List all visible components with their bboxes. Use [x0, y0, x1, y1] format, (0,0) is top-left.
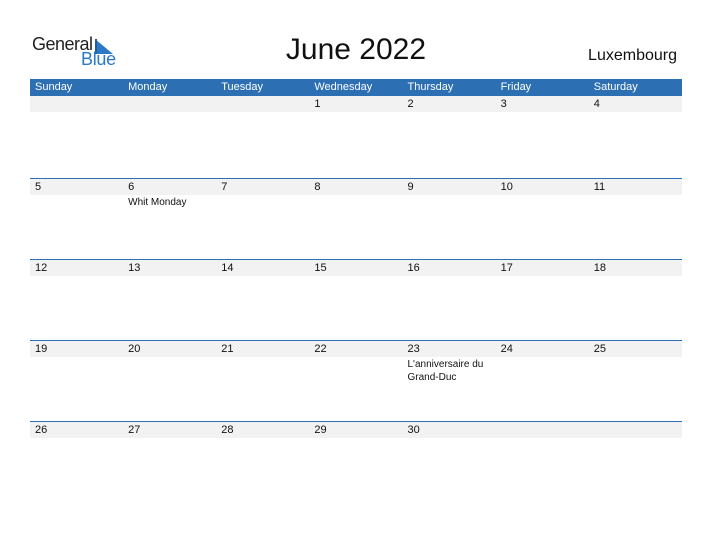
- holiday-label: [30, 357, 123, 384]
- day-number-band: 26 27 28 29 30: [30, 421, 682, 438]
- holiday-label: [589, 195, 682, 209]
- weekday-thursday: Thursday: [407, 81, 454, 93]
- day-number: 6: [128, 181, 135, 193]
- holiday-label: [216, 357, 309, 384]
- day-number-band: 19 20 21 22 23 24 25: [30, 340, 682, 357]
- day-number: 10: [500, 181, 513, 193]
- day-number: 22: [314, 343, 327, 355]
- holiday-label: [30, 195, 123, 209]
- holiday-label: [403, 195, 496, 209]
- week-row: 1 2 3 4: [30, 96, 682, 178]
- day-number: 30: [407, 424, 420, 436]
- day-number: 27: [128, 424, 141, 436]
- day-number: 3: [500, 98, 507, 110]
- day-number: [123, 96, 216, 112]
- weekday-saturday: Saturday: [593, 81, 638, 93]
- holiday-label: [589, 357, 682, 384]
- holiday-label: [123, 357, 216, 384]
- weekday-monday: Monday: [128, 81, 168, 93]
- holiday-label: [496, 357, 589, 384]
- day-number: 29: [314, 424, 327, 436]
- day-number: 7: [221, 181, 228, 193]
- holiday-label: [123, 276, 216, 277]
- day-number: 20: [128, 343, 141, 355]
- week-row: 26 27 28 29 30: [30, 421, 682, 502]
- holiday-label: [496, 112, 589, 113]
- holiday-label: [496, 438, 589, 439]
- holiday-label: [216, 195, 309, 209]
- holiday-label: [309, 438, 402, 439]
- day-number: [216, 96, 309, 112]
- holiday-label: [309, 276, 402, 277]
- day-number: [496, 422, 589, 438]
- holiday-label: [123, 438, 216, 439]
- week-row: 5 6 7 8 9 10 11 Whit Monday: [30, 178, 682, 259]
- day-number-band: 1 2 3 4: [30, 96, 682, 112]
- day-number: 9: [407, 181, 414, 193]
- day-number: 2: [407, 98, 414, 110]
- weekday-sunday: Sunday: [35, 81, 73, 93]
- events-row: L'anniversaire du Grand-Duc: [30, 357, 682, 384]
- holiday-label: [30, 438, 123, 439]
- holiday-label: [123, 112, 216, 113]
- day-number: [589, 422, 682, 438]
- day-number-band: 12 13 14 15 16 17 18: [30, 259, 682, 276]
- holiday-label: [496, 195, 589, 209]
- day-number: 5: [35, 181, 42, 193]
- holiday-label: [309, 357, 402, 384]
- day-number: 13: [128, 262, 141, 274]
- holiday-label: [216, 438, 309, 439]
- holiday-label: [403, 438, 496, 439]
- day-number: 26: [35, 424, 48, 436]
- day-number: 19: [35, 343, 48, 355]
- holiday-label: [30, 276, 123, 277]
- day-number: 25: [593, 343, 606, 355]
- day-number: 18: [593, 262, 606, 274]
- day-number: 23: [407, 343, 420, 355]
- day-number: 17: [500, 262, 513, 274]
- day-number: [30, 96, 123, 112]
- holiday-label: [309, 195, 402, 209]
- day-number-band: 5 6 7 8 9 10 11: [30, 178, 682, 195]
- day-number: 28: [221, 424, 234, 436]
- weekday-wednesday: Wednesday: [314, 81, 373, 93]
- weekday-tuesday: Tuesday: [221, 81, 264, 93]
- country-label: Luxembourg: [588, 47, 677, 64]
- events-row: [30, 276, 682, 277]
- holiday-label: [403, 112, 496, 113]
- calendar-grid: Sunday Monday Tuesday Wednesday Thursday…: [30, 79, 682, 502]
- day-number: 16: [407, 262, 420, 274]
- day-number: 12: [35, 262, 48, 274]
- holiday-label: [30, 112, 123, 113]
- day-number: 4: [593, 98, 600, 110]
- weekday-friday: Friday: [500, 81, 532, 93]
- events-row: [30, 112, 682, 113]
- holiday-label: [216, 276, 309, 277]
- day-number: 8: [314, 181, 321, 193]
- day-number: 1: [314, 98, 321, 110]
- weekday-header: Sunday Monday Tuesday Wednesday Thursday…: [30, 79, 682, 96]
- holiday-label: [216, 112, 309, 113]
- holiday-label: [589, 276, 682, 277]
- week-row: 19 20 21 22 23 24 25 L'anniversaire du Grand-Du…: [30, 340, 682, 421]
- holiday-label: [309, 112, 402, 113]
- day-number: 11: [593, 181, 606, 193]
- events-row: [30, 438, 682, 439]
- events-row: Whit Monday: [30, 195, 682, 209]
- day-number: 14: [221, 262, 234, 274]
- week-row: 12 13 14 15 16 17 18: [30, 259, 682, 340]
- holiday-label: L'anniversaire du Grand-Duc: [407, 359, 484, 383]
- holiday-label: [403, 276, 496, 277]
- holiday-label: [589, 112, 682, 113]
- day-number: 15: [314, 262, 327, 274]
- day-number: 24: [500, 343, 513, 355]
- day-number: 21: [221, 343, 234, 355]
- holiday-label: Whit Monday: [128, 197, 187, 208]
- holiday-label: [496, 276, 589, 277]
- holiday-label: [589, 438, 682, 439]
